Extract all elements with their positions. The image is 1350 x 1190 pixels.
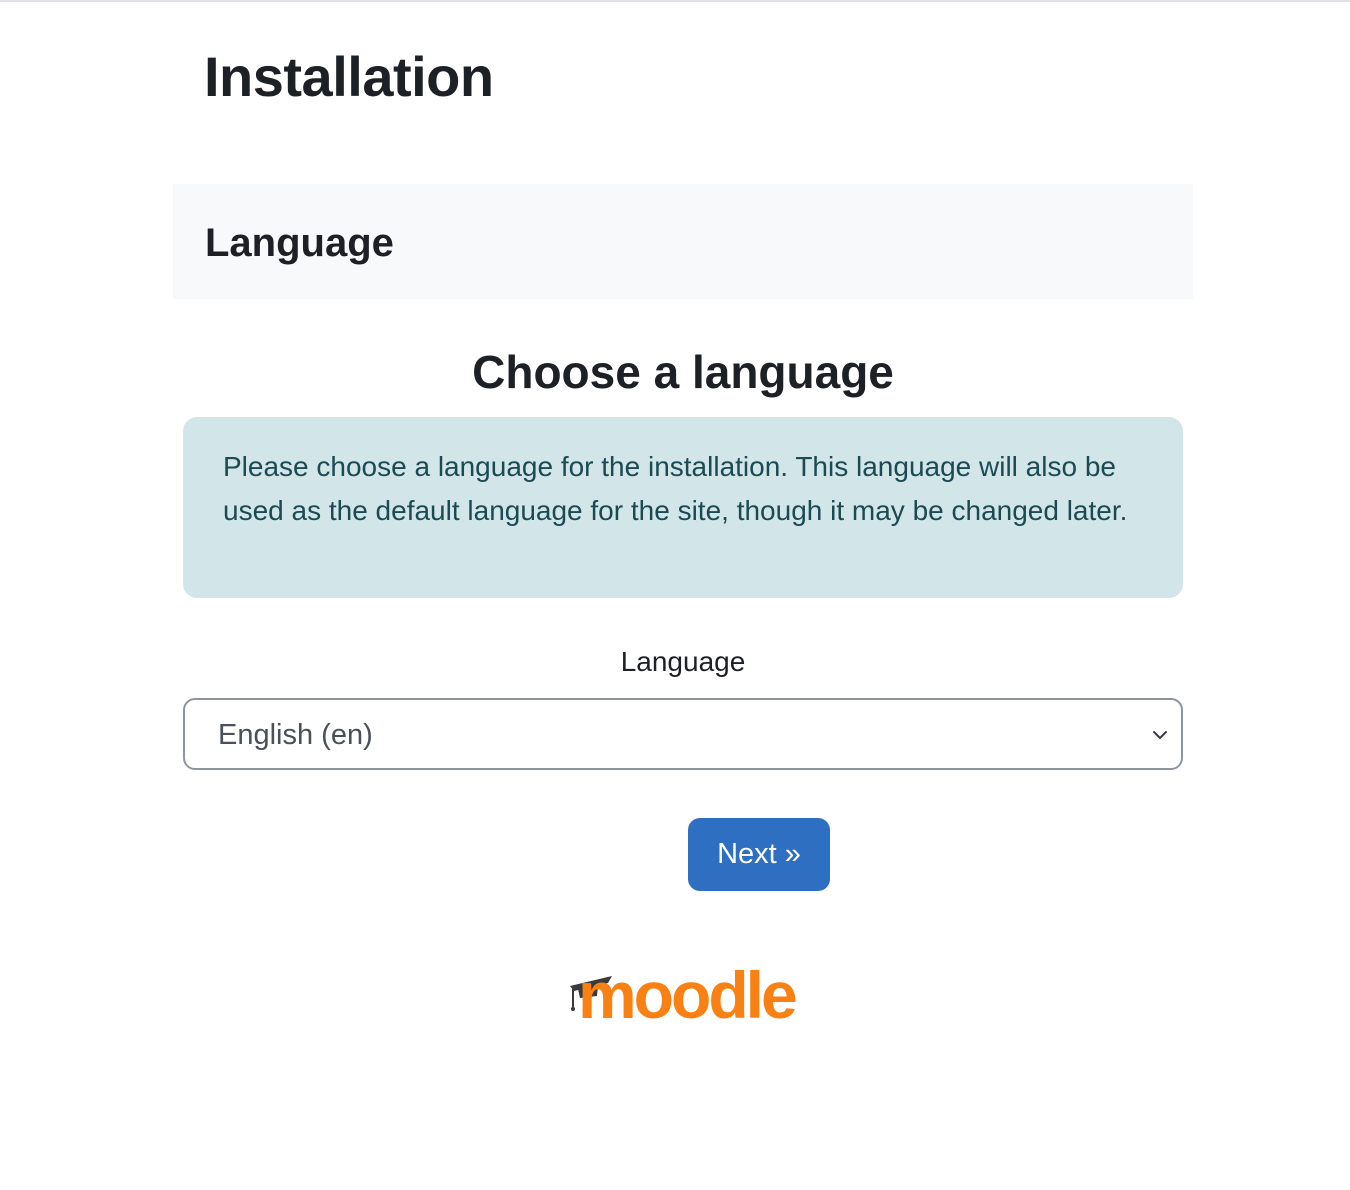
page-title: Installation [204,45,494,108]
moodle-logo: moodle [570,958,799,1028]
top-divider [0,0,1350,2]
section-header: Language [173,184,1193,299]
language-select-value: English (en) [218,719,373,751]
language-field-label: Language [620,646,746,677]
logo-wordmark: moodle [578,958,796,1028]
info-alert: Please choose a language for the install… [183,417,1183,598]
info-alert-text: Please choose a language for the install… [223,451,1128,526]
next-button[interactable]: Next » [688,818,830,891]
chevron-down-icon [1153,731,1167,739]
language-select[interactable]: English (en) [183,698,1183,770]
choose-language-heading: Choose a language [472,346,894,398]
section-title: Language [205,221,394,265]
